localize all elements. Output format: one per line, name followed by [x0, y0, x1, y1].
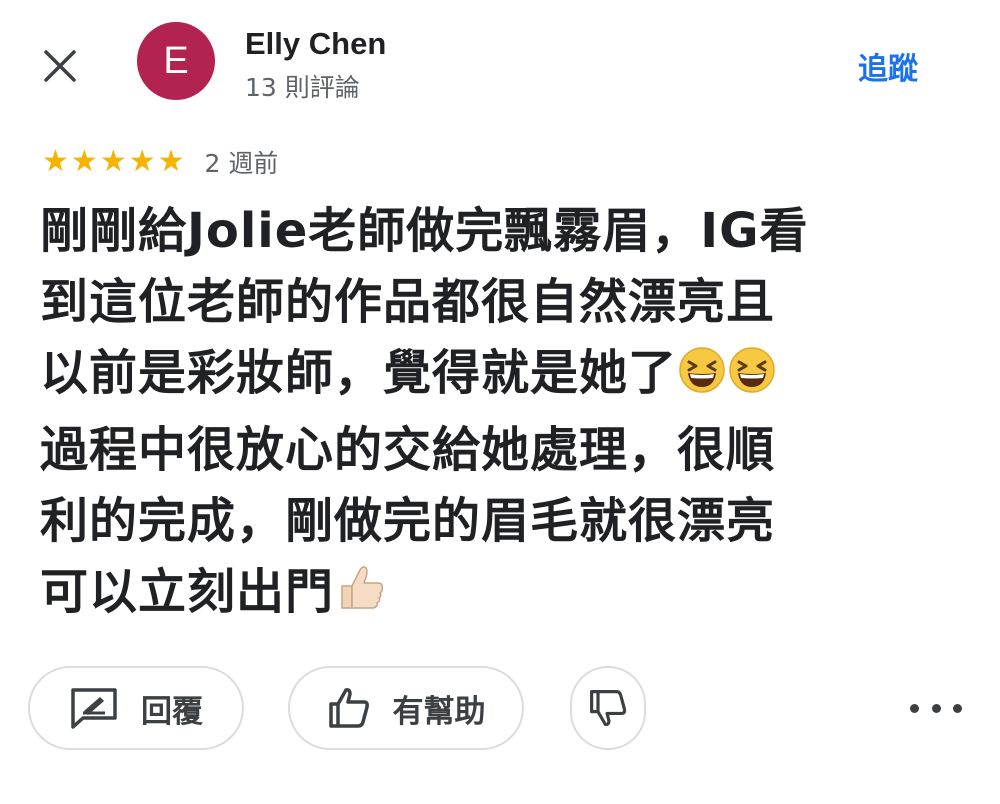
reply-label: 回覆: [141, 693, 203, 730]
star-icon: ★: [99, 144, 127, 179]
more-options-button[interactable]: [910, 688, 962, 728]
thumbs-up-emoji: [334, 560, 388, 634]
helpful-button[interactable]: 有幫助: [288, 666, 524, 750]
review-line-text: 可以立刻出門: [40, 564, 335, 620]
not-helpful-button[interactable]: [570, 666, 646, 750]
grinning-squinting-face-emoji: [677, 344, 727, 415]
review-line-text: 剛剛給Jolie老師做完飄霧眉，IG看: [40, 203, 809, 259]
reply-icon: [71, 688, 117, 729]
helpful-label: 有幫助: [392, 693, 486, 730]
review-line-text: 利的完成，剛做完的眉毛就很漂亮: [40, 493, 776, 549]
review-actions: 回覆 有幫助: [28, 666, 972, 752]
thumbs-up-icon: [328, 688, 369, 728]
review-text: 剛剛給Jolie老師做完飄霧眉，IG看 到這位老師的作品都很自然漂亮且 以前是彩…: [40, 196, 945, 634]
grinning-squinting-face-emoji: [727, 344, 777, 415]
author-review-count: 13 則評論: [245, 73, 360, 102]
review-line-text: 以前是彩妝師，覺得就是她了: [40, 345, 678, 401]
close-button[interactable]: [36, 42, 84, 90]
star-rating: ★ ★ ★ ★ ★: [42, 147, 185, 177]
review-line: 可以立刻出門: [40, 557, 945, 634]
review-time: 2 週前: [204, 149, 279, 178]
review-line: 到這位老師的作品都很自然漂亮且: [40, 267, 945, 338]
star-icon: ★: [128, 144, 156, 179]
star-icon: ★: [42, 144, 69, 179]
reply-button[interactable]: 回覆: [28, 666, 244, 750]
review-line: 利的完成，剛做完的眉毛就很漂亮: [40, 486, 945, 557]
review-line-text: 到這位老師的作品都很自然漂亮且: [40, 274, 776, 330]
star-icon: ★: [157, 144, 185, 179]
avatar[interactable]: E: [137, 22, 215, 100]
rating-row: ★ ★ ★ ★ ★ 2 週前: [42, 144, 278, 180]
follow-button[interactable]: 追蹤: [858, 44, 918, 88]
author-name[interactable]: Elly Chen: [245, 26, 386, 62]
review-line: 剛剛給Jolie老師做完飄霧眉，IG看: [40, 196, 945, 267]
thumbs-down-icon: [590, 690, 627, 727]
review-line: 過程中很放心的交給她處理，很順: [40, 415, 945, 486]
more-horizontal-icon: [910, 703, 962, 713]
review-line-text: 過程中很放心的交給她處理，很順: [40, 422, 776, 478]
review-line: 以前是彩妝師，覺得就是她了: [40, 338, 945, 415]
close-icon: [44, 50, 76, 82]
star-icon: ★: [70, 144, 98, 179]
avatar-letter: E: [163, 39, 189, 82]
